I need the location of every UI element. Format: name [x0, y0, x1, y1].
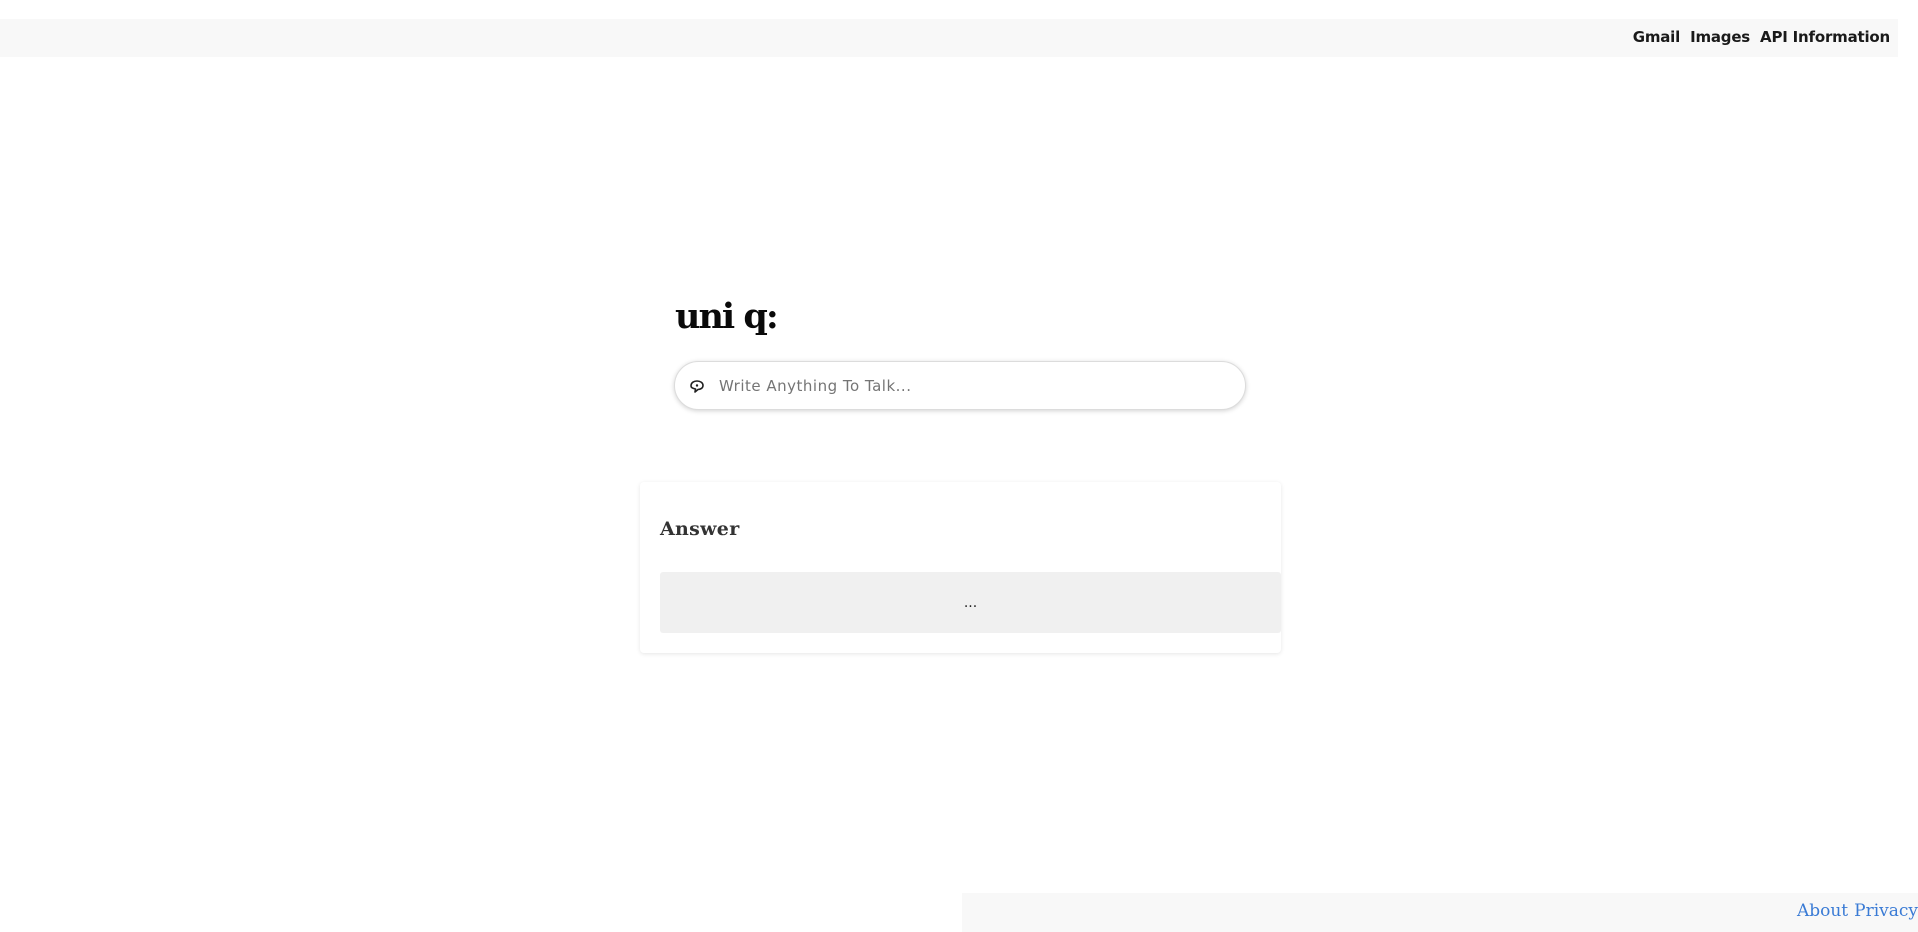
footer-links: About Privacy — [1797, 901, 1918, 921]
api-information-link[interactable]: API Information — [1760, 28, 1890, 46]
answer-card: Answer ... — [640, 482, 1281, 653]
top-bar — [0, 19, 1898, 57]
images-link[interactable]: Images — [1690, 28, 1750, 46]
footer-bar — [962, 893, 1918, 932]
about-link[interactable]: About — [1797, 901, 1848, 921]
search-input[interactable] — [717, 375, 1221, 396]
logo: uni q: — [675, 296, 779, 337]
chat-bubble-icon — [689, 378, 705, 394]
answer-title: Answer — [660, 518, 740, 540]
top-nav: Gmail Images API Information — [1633, 28, 1890, 46]
privacy-link[interactable]: Privacy — [1854, 901, 1918, 921]
answer-body: ... — [660, 572, 1281, 633]
gmail-link[interactable]: Gmail — [1633, 28, 1681, 46]
answer-text: ... — [963, 594, 978, 611]
search-box[interactable] — [674, 361, 1246, 410]
